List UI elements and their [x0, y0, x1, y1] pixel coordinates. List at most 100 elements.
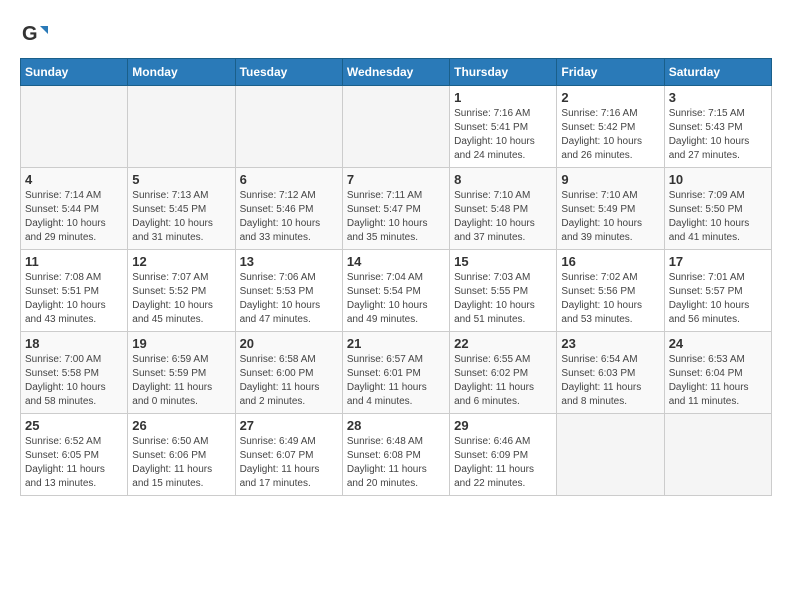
weekday-header-thursday: Thursday — [450, 59, 557, 86]
weekday-header-row: SundayMondayTuesdayWednesdayThursdayFrid… — [21, 59, 772, 86]
day-info: Sunrise: 7:02 AM Sunset: 5:56 PM Dayligh… — [561, 271, 659, 327]
calendar-cell — [557, 414, 664, 496]
calendar-cell: 23Sunrise: 6:54 AM Sunset: 6:03 PM Dayli… — [557, 332, 664, 414]
day-info: Sunrise: 7:11 AM Sunset: 5:47 PM Dayligh… — [347, 189, 445, 245]
day-info: Sunrise: 6:54 AM Sunset: 6:03 PM Dayligh… — [561, 353, 659, 409]
weekday-header-monday: Monday — [128, 59, 235, 86]
calendar-cell: 22 Sunrise: 6:55 AM Sunset: 6:02 PM Dayli… — [450, 332, 557, 414]
calendar-cell: 14 Sunrise: 7:04 AM Sunset: 5:54 PM Dayli… — [342, 250, 449, 332]
calendar-cell — [664, 414, 771, 496]
calendar-cell: 20 Sunrise: 6:58 AM Sunset: 6:00 PM Dayli… — [235, 332, 342, 414]
calendar-cell: 25 Sunrise: 6:52 AM Sunset: 6:05 PM Dayli… — [21, 414, 128, 496]
weekday-header-sunday: Sunday — [21, 59, 128, 86]
calendar-cell: 13 Sunrise: 7:06 AM Sunset: 5:53 PM Dayli… — [235, 250, 342, 332]
day-info: Sunrise: 6:59 AM Sunset: 5:59 PM Dayligh… — [132, 353, 230, 409]
week-row-4: 25 Sunrise: 6:52 AM Sunset: 6:05 PM Dayli… — [21, 414, 772, 496]
week-row-0: 1 Sunrise: 7:16 AM Sunset: 5:41 PM Daylig… — [21, 86, 772, 168]
day-number: 10 — [669, 172, 767, 187]
calendar-table: SundayMondayTuesdayWednesdayThursdayFrid… — [20, 58, 772, 496]
day-info: Sunrise: 6:46 AM Sunset: 6:09 PM Dayligh… — [454, 435, 552, 491]
week-row-1: 4 Sunrise: 7:14 AM Sunset: 5:44 PM Daylig… — [21, 168, 772, 250]
calendar-cell: 6 Sunrise: 7:12 AM Sunset: 5:46 PM Daylig… — [235, 168, 342, 250]
weekday-header-wednesday: Wednesday — [342, 59, 449, 86]
day-info: Sunrise: 7:09 AM Sunset: 5:50 PM Dayligh… — [669, 189, 767, 245]
day-info: Sunrise: 6:50 AM Sunset: 6:06 PM Dayligh… — [132, 435, 230, 491]
weekday-header-tuesday: Tuesday — [235, 59, 342, 86]
day-number: 26 — [132, 418, 230, 433]
day-info: Sunrise: 6:48 AM Sunset: 6:08 PM Dayligh… — [347, 435, 445, 491]
calendar-cell: 27 Sunrise: 6:49 AM Sunset: 6:07 PM Dayli… — [235, 414, 342, 496]
calendar-cell: 28 Sunrise: 6:48 AM Sunset: 6:08 PM Dayli… — [342, 414, 449, 496]
day-info: Sunrise: 7:07 AM Sunset: 5:52 PM Dayligh… — [132, 271, 230, 327]
day-info: Sunrise: 7:04 AM Sunset: 5:54 PM Dayligh… — [347, 271, 445, 327]
day-info: Sunrise: 7:15 AM Sunset: 5:43 PM Dayligh… — [669, 107, 767, 163]
day-number: 15 — [454, 254, 552, 269]
calendar-cell: 18 Sunrise: 7:00 AM Sunset: 5:58 PM Dayli… — [21, 332, 128, 414]
day-number: 20 — [240, 336, 338, 351]
day-info: Sunrise: 6:58 AM Sunset: 6:00 PM Dayligh… — [240, 353, 338, 409]
day-info: Sunrise: 6:49 AM Sunset: 6:07 PM Dayligh… — [240, 435, 338, 491]
logo: G — [20, 20, 52, 48]
day-info: Sunrise: 7:10 AM Sunset: 5:48 PM Dayligh… — [454, 189, 552, 245]
calendar-cell: 8 Sunrise: 7:10 AM Sunset: 5:48 PM Daylig… — [450, 168, 557, 250]
calendar-cell — [128, 86, 235, 168]
calendar-cell: 24Sunrise: 6:53 AM Sunset: 6:04 PM Dayli… — [664, 332, 771, 414]
day-number: 29 — [454, 418, 552, 433]
calendar-cell: 26 Sunrise: 6:50 AM Sunset: 6:06 PM Dayli… — [128, 414, 235, 496]
day-number: 22 — [454, 336, 552, 351]
day-info: Sunrise: 7:14 AM Sunset: 5:44 PM Dayligh… — [25, 189, 123, 245]
day-info: Sunrise: 7:10 AM Sunset: 5:49 PM Dayligh… — [561, 189, 659, 245]
day-info: Sunrise: 7:13 AM Sunset: 5:45 PM Dayligh… — [132, 189, 230, 245]
day-number: 6 — [240, 172, 338, 187]
calendar-cell: 16 Sunrise: 7:02 AM Sunset: 5:56 PM Dayli… — [557, 250, 664, 332]
weekday-header-friday: Friday — [557, 59, 664, 86]
day-info: Sunrise: 7:16 AM Sunset: 5:41 PM Dayligh… — [454, 107, 552, 163]
day-info: Sunrise: 7:16 AM Sunset: 5:42 PM Dayligh… — [561, 107, 659, 163]
day-number: 1 — [454, 90, 552, 105]
day-number: 12 — [132, 254, 230, 269]
day-number: 14 — [347, 254, 445, 269]
day-number: 27 — [240, 418, 338, 433]
day-number: 11 — [25, 254, 123, 269]
day-number: 18 — [25, 336, 123, 351]
day-number: 9 — [561, 172, 659, 187]
calendar-cell: 12 Sunrise: 7:07 AM Sunset: 5:52 PM Dayli… — [128, 250, 235, 332]
day-info: Sunrise: 7:03 AM Sunset: 5:55 PM Dayligh… — [454, 271, 552, 327]
weekday-header-saturday: Saturday — [664, 59, 771, 86]
day-number: 19 — [132, 336, 230, 351]
svg-text:G: G — [22, 23, 38, 45]
day-number: 2 — [561, 90, 659, 105]
day-number: 28 — [347, 418, 445, 433]
calendar-cell: 11Sunrise: 7:08 AM Sunset: 5:51 PM Dayli… — [21, 250, 128, 332]
day-number: 16 — [561, 254, 659, 269]
calendar-cell — [342, 86, 449, 168]
day-info: Sunrise: 7:00 AM Sunset: 5:58 PM Dayligh… — [25, 353, 123, 409]
calendar-cell: 21Sunrise: 6:57 AM Sunset: 6:01 PM Dayli… — [342, 332, 449, 414]
page-header: G — [20, 20, 772, 48]
week-row-2: 11Sunrise: 7:08 AM Sunset: 5:51 PM Dayli… — [21, 250, 772, 332]
day-number: 7 — [347, 172, 445, 187]
calendar-cell: 10 Sunrise: 7:09 AM Sunset: 5:50 PM Dayli… — [664, 168, 771, 250]
day-number: 21 — [347, 336, 445, 351]
day-number: 25 — [25, 418, 123, 433]
day-number: 13 — [240, 254, 338, 269]
day-number: 8 — [454, 172, 552, 187]
calendar-cell — [21, 86, 128, 168]
calendar-body: 1 Sunrise: 7:16 AM Sunset: 5:41 PM Daylig… — [21, 86, 772, 496]
week-row-3: 18 Sunrise: 7:00 AM Sunset: 5:58 PM Dayli… — [21, 332, 772, 414]
logo-icon: G — [20, 20, 48, 48]
calendar-cell: 19 Sunrise: 6:59 AM Sunset: 5:59 PM Dayli… — [128, 332, 235, 414]
calendar-cell — [235, 86, 342, 168]
day-info: Sunrise: 6:55 AM Sunset: 6:02 PM Dayligh… — [454, 353, 552, 409]
day-info: Sunrise: 6:52 AM Sunset: 6:05 PM Dayligh… — [25, 435, 123, 491]
day-number: 4 — [25, 172, 123, 187]
calendar-cell: 2 Sunrise: 7:16 AM Sunset: 5:42 PM Daylig… — [557, 86, 664, 168]
calendar-cell: 9 Sunrise: 7:10 AM Sunset: 5:49 PM Daylig… — [557, 168, 664, 250]
day-number: 3 — [669, 90, 767, 105]
calendar-cell: 7 Sunrise: 7:11 AM Sunset: 5:47 PM Daylig… — [342, 168, 449, 250]
day-info: Sunrise: 7:01 AM Sunset: 5:57 PM Dayligh… — [669, 271, 767, 327]
day-info: Sunrise: 7:12 AM Sunset: 5:46 PM Dayligh… — [240, 189, 338, 245]
day-info: Sunrise: 7:06 AM Sunset: 5:53 PM Dayligh… — [240, 271, 338, 327]
day-number: 24 — [669, 336, 767, 351]
calendar-cell: 29 Sunrise: 6:46 AM Sunset: 6:09 PM Dayli… — [450, 414, 557, 496]
